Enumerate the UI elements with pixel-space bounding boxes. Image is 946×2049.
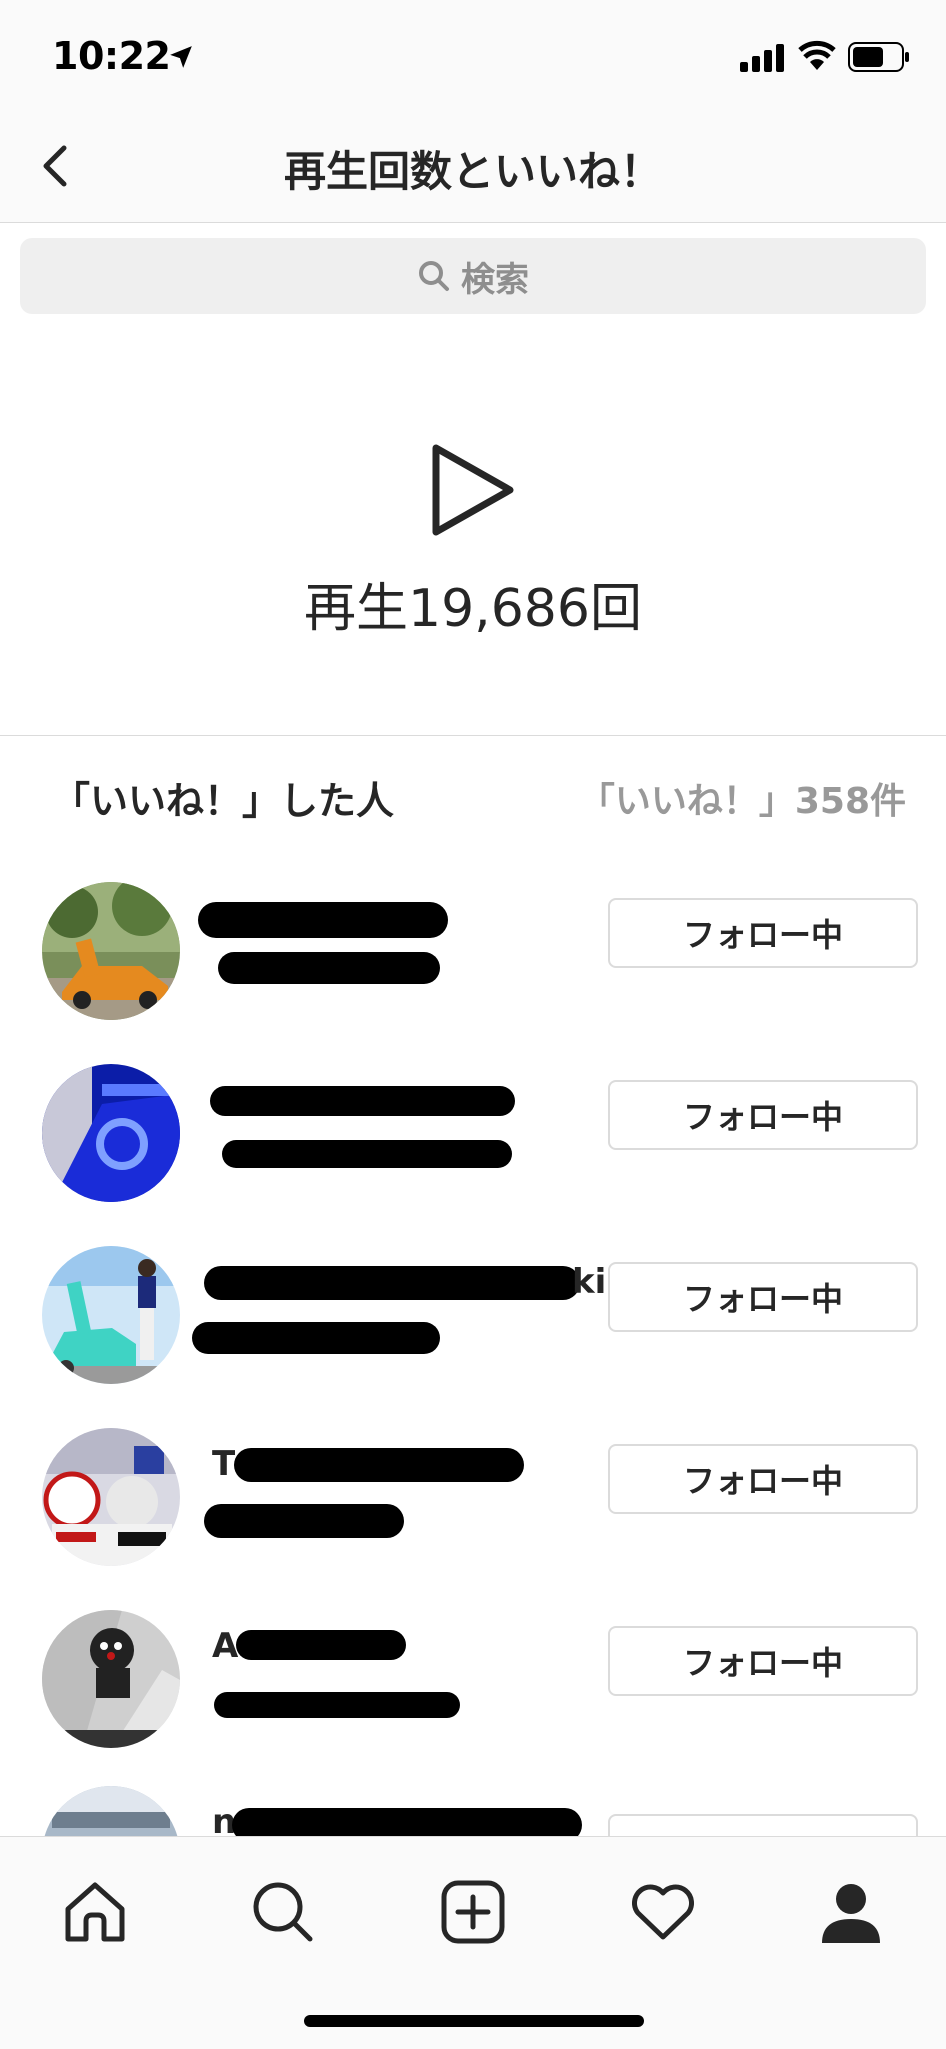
status-bar: 10:22 [0,0,946,110]
activity-heart-icon[interactable] [628,1877,698,1947]
avatar[interactable] [42,882,180,1020]
avatar[interactable] [42,1064,180,1202]
page-title: 再生回数といいね！ [283,147,662,196]
nav-bar: 再生回数といいね！ [0,110,946,223]
redacted-username [204,1266,580,1300]
redacted-fullname [214,1692,460,1718]
cellular-signal-icon [740,44,784,72]
avatar[interactable] [42,1246,180,1384]
visible-username-fragment: ki [572,1262,607,1302]
status-time: 10:22 [52,34,171,78]
profile-icon[interactable] [816,1877,886,1947]
play-icon [432,444,514,536]
liker-row[interactable]: T フォロー中 [0,1406,946,1576]
view-count: 再生19,686回 [304,579,642,639]
likes-count: 「いいね！」358件 [578,781,906,822]
redacted-username [232,1808,582,1836]
following-button[interactable] [608,1814,918,1836]
visible-username-fragment: A [212,1626,239,1666]
home-icon[interactable] [60,1877,130,1947]
avatar[interactable] [42,1428,180,1566]
following-button[interactable]: フォロー中 [608,1262,918,1332]
following-button[interactable]: フォロー中 [608,1626,918,1696]
battery-icon [848,42,909,72]
search-icon[interactable] [248,1877,318,1947]
following-button[interactable]: フォロー中 [608,1444,918,1514]
search-input[interactable]: 検索 [20,238,926,314]
redacted-username [198,902,448,938]
avatar[interactable] [42,1610,180,1748]
following-button[interactable]: フォロー中 [608,898,918,968]
redacted-username [236,1630,406,1660]
liker-row[interactable]: ki フォロー中 [0,1224,946,1394]
liker-row[interactable]: A フォロー中 [0,1588,946,1758]
redacted-fullname [204,1504,404,1538]
following-button[interactable]: フォロー中 [608,1080,918,1150]
redacted-fullname [192,1322,440,1354]
location-arrow-icon [170,46,192,68]
redacted-username [210,1086,515,1116]
liker-row[interactable]: フォロー中 [0,860,946,1030]
likers-heading: 「いいね！」した人 [52,779,395,823]
section-divider [0,735,946,736]
home-indicator [304,2015,644,2027]
tab-bar [0,1836,946,2049]
search-icon [419,261,449,291]
wifi-icon [798,40,836,70]
new-post-icon[interactable] [438,1877,508,1947]
avatar[interactable] [42,1786,180,1836]
search-placeholder: 検索 [461,259,529,300]
visible-username-fragment: T [212,1444,236,1484]
liker-row[interactable]: フォロー中 [0,1042,946,1212]
redacted-fullname [218,952,440,984]
liker-row[interactable]: n [0,1770,946,1836]
redacted-fullname [222,1140,512,1168]
redacted-username [234,1448,524,1482]
